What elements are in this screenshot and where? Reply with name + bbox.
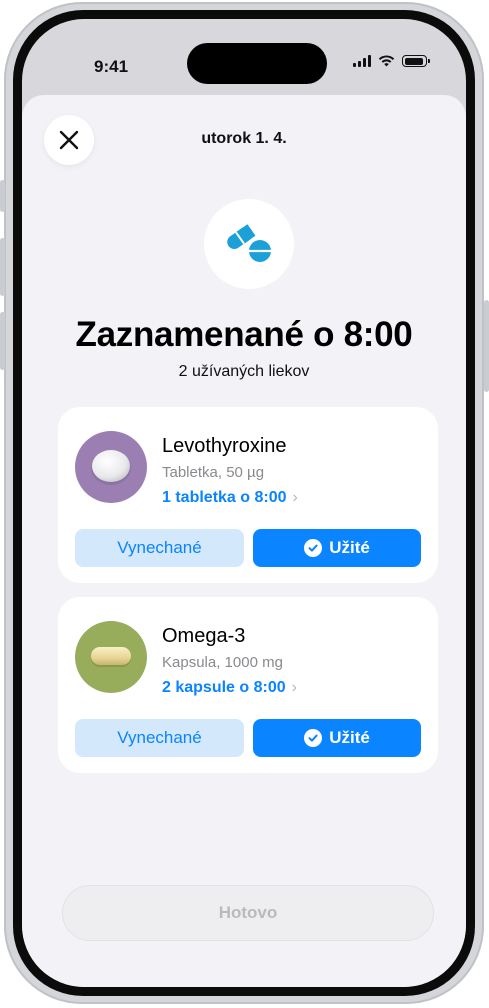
screen: 9:41 utorok 1. 4. Zaznamenané o 8:00 2 u… bbox=[22, 19, 466, 987]
medication-card: Omega-3 Kapsula, 1000 mg 2 kapsule o 8:0… bbox=[58, 597, 438, 773]
medications-header-icon bbox=[204, 199, 294, 289]
medication-dose: Kapsula, 1000 mg bbox=[162, 654, 283, 671]
medication-card: Levothyroxine Tabletka, 50 µg 1 tabletka… bbox=[58, 407, 438, 583]
schedule-label: 1 tabletka o 8:00 bbox=[162, 489, 287, 506]
action-button bbox=[0, 180, 5, 212]
medication-shape-avatar bbox=[75, 621, 147, 693]
taken-label: Užité bbox=[329, 538, 370, 557]
chevron-right-icon: › bbox=[291, 679, 297, 696]
chevron-right-icon: › bbox=[292, 489, 298, 506]
schedule-label: 2 kapsule o 8:00 bbox=[162, 679, 286, 696]
skipped-button[interactable]: Vynechané bbox=[75, 719, 244, 757]
taken-button[interactable]: Užité bbox=[253, 719, 421, 757]
medication-name: Levothyroxine bbox=[162, 435, 287, 457]
skipped-button[interactable]: Vynechané bbox=[75, 529, 244, 567]
sheet-title: utorok 1. 4. bbox=[201, 130, 287, 147]
logged-time-heading: Zaznamenané o 8:00 bbox=[75, 315, 413, 354]
power-button bbox=[484, 300, 489, 392]
capsule-icon bbox=[91, 647, 131, 667]
medications-count: 2 užívaných liekov bbox=[178, 363, 310, 380]
medication-log-sheet: utorok 1. 4. Zaznamenané o 8:00 2 užívan… bbox=[22, 95, 466, 987]
status-icons bbox=[353, 55, 430, 67]
checkmark-icon bbox=[304, 539, 323, 557]
status-time: 9:41 bbox=[94, 57, 129, 76]
volume-up-button bbox=[0, 238, 5, 296]
volume-down-button bbox=[0, 312, 5, 370]
medication-schedule-link[interactable]: 2 kapsule o 8:00 › bbox=[162, 679, 297, 697]
pills-icon bbox=[227, 224, 271, 262]
cellular-signal-icon bbox=[353, 55, 371, 67]
dynamic-island bbox=[187, 43, 327, 84]
wifi-icon bbox=[378, 55, 395, 67]
round-tablet-icon bbox=[91, 450, 131, 485]
screen-bezel: 9:41 utorok 1. 4. Zaznamenané o 8:00 2 u… bbox=[13, 10, 475, 996]
taken-button[interactable]: Užité bbox=[253, 529, 421, 567]
medication-name: Omega-3 bbox=[162, 625, 246, 647]
medication-shape-avatar bbox=[75, 431, 147, 503]
done-button[interactable]: Hotovo bbox=[62, 885, 434, 941]
medication-schedule-link[interactable]: 1 tabletka o 8:00 › bbox=[162, 489, 298, 507]
taken-label: Užité bbox=[329, 728, 370, 747]
status-bar: 9:41 bbox=[22, 19, 466, 99]
medication-dose: Tabletka, 50 µg bbox=[162, 464, 265, 481]
battery-icon bbox=[402, 55, 430, 67]
checkmark-icon bbox=[304, 729, 323, 747]
